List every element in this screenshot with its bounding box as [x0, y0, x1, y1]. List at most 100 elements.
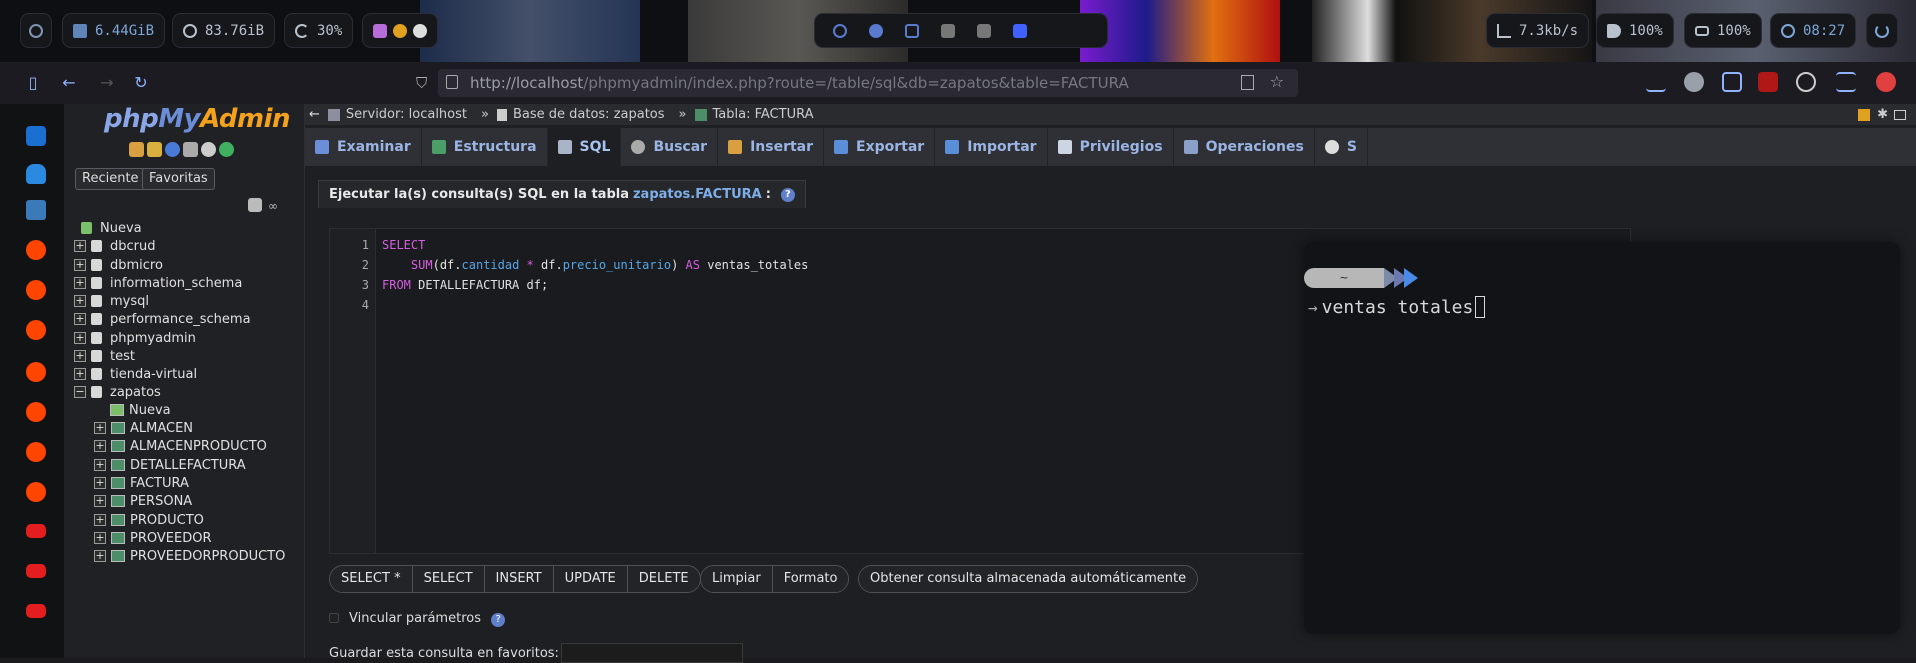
- extension-icon[interactable]: [1722, 72, 1742, 92]
- tree-item-db[interactable]: + test: [74, 346, 135, 366]
- workspace-5-icon[interactable]: [977, 23, 991, 38]
- workspace-3-icon[interactable]: [905, 23, 919, 38]
- link-icon[interactable]: ∞: [268, 199, 278, 213]
- terminal-window[interactable]: ~ → ventas totales: [1304, 242, 1900, 634]
- extension-icon[interactable]: [1876, 72, 1896, 92]
- tab-sql[interactable]: SQL: [547, 128, 622, 166]
- reddit-icon[interactable]: [26, 362, 46, 382]
- reddit-icon[interactable]: [26, 402, 46, 422]
- tree-item-table[interactable]: + PERSONA: [94, 491, 192, 511]
- tree-item-db[interactable]: + information_schema: [74, 273, 242, 293]
- tab-structure[interactable]: Estructura: [422, 128, 548, 166]
- reload-icon[interactable]: ↻: [130, 72, 152, 94]
- volume-widget[interactable]: 100%: [1596, 13, 1674, 48]
- power-button[interactable]: [1866, 13, 1898, 48]
- lock-icon[interactable]: [1858, 108, 1870, 121]
- tree-item-new-table[interactable]: Nueva: [110, 400, 171, 420]
- tab-browse[interactable]: Examinar: [305, 128, 422, 166]
- reload-icon[interactable]: [219, 142, 234, 157]
- help-icon[interactable]: ?: [780, 187, 795, 202]
- tree-item-db[interactable]: + phpmyadmin: [74, 328, 196, 348]
- onedrive-icon[interactable]: [26, 164, 46, 184]
- select-all-button[interactable]: SELECT *: [330, 566, 413, 592]
- workspace-6-icon[interactable]: [1013, 23, 1027, 38]
- expand-icon[interactable]: +: [74, 259, 86, 271]
- tree-item-table[interactable]: + PROVEEDOR: [94, 528, 211, 548]
- tree-item-db[interactable]: + performance_schema: [74, 309, 251, 329]
- expand-icon[interactable]: +: [74, 368, 86, 380]
- ublock-icon[interactable]: [1758, 72, 1778, 92]
- tree-item-table[interactable]: + ALMACENPRODUCTO: [94, 436, 267, 456]
- breadcrumb-database[interactable]: Base de datos: zapatos: [513, 107, 665, 122]
- tree-item-db[interactable]: + dbcrud: [74, 236, 156, 256]
- tree-item-table[interactable]: + DETALLEFACTURA: [94, 455, 246, 475]
- bookmark-star-icon[interactable]: ☆: [1270, 72, 1284, 91]
- tab-operations[interactable]: Operaciones: [1174, 128, 1315, 166]
- reader-icon[interactable]: [1241, 75, 1254, 90]
- expand-icon[interactable]: +: [74, 313, 86, 325]
- reddit-icon[interactable]: [26, 240, 46, 260]
- clock-widget[interactable]: 08:27: [1770, 13, 1857, 48]
- gear-icon[interactable]: ✱: [1877, 107, 1888, 122]
- reddit-icon[interactable]: [26, 280, 46, 300]
- back-icon[interactable]: ←: [58, 72, 80, 94]
- breadcrumb-server[interactable]: Servidor: localhost: [346, 107, 467, 122]
- bind-params-checkbox[interactable]: [329, 613, 339, 623]
- expand-icon[interactable]: +: [94, 550, 106, 562]
- tree-item-table[interactable]: + FACTURA: [94, 473, 189, 493]
- delete-button[interactable]: DELETE: [627, 566, 700, 592]
- app-icon[interactable]: [373, 23, 387, 38]
- collapse-all-icon[interactable]: [248, 198, 262, 212]
- expand-icon[interactable]: +: [74, 240, 86, 252]
- gear-icon[interactable]: [201, 142, 216, 157]
- workspace-4-icon[interactable]: [941, 23, 955, 38]
- workspace-2-icon[interactable]: [869, 23, 883, 38]
- collapse-nav-icon[interactable]: ←: [309, 107, 320, 122]
- steam-icon[interactable]: [413, 23, 427, 38]
- expand-icon[interactable]: +: [94, 440, 106, 452]
- expand-icon[interactable]: +: [94, 532, 106, 544]
- extension-icon[interactable]: [1684, 72, 1704, 92]
- reddit-icon[interactable]: [26, 442, 46, 462]
- clear-button[interactable]: Limpiar: [701, 566, 773, 592]
- tab-import[interactable]: Importar: [935, 128, 1048, 166]
- tree-item-table[interactable]: + ALMACEN: [94, 418, 193, 438]
- terminal-input-line[interactable]: → ventas totales: [1308, 296, 1486, 318]
- logout-icon[interactable]: [147, 142, 162, 157]
- tree-item-table[interactable]: + PRODUCTO: [94, 510, 204, 530]
- power-menu-button[interactable]: [20, 13, 52, 48]
- tab-search[interactable]: Buscar: [621, 128, 719, 166]
- reddit-icon[interactable]: [26, 482, 46, 502]
- youtube-icon[interactable]: [26, 604, 46, 618]
- expand-icon[interactable]: +: [94, 459, 106, 471]
- format-button[interactable]: Formato: [772, 566, 849, 592]
- help-icon[interactable]: [165, 142, 180, 157]
- tree-item-db[interactable]: + tienda-virtual: [74, 364, 197, 384]
- download-icon[interactable]: [1646, 72, 1666, 92]
- tab-more[interactable]: S: [1315, 128, 1368, 166]
- outlook-icon[interactable]: [26, 126, 46, 146]
- sidebar-toggle-icon[interactable]: ▯: [22, 72, 44, 94]
- address-bar[interactable]: ⛉ http://localhost/phpmyadmin/index.php?…: [416, 69, 1298, 97]
- help-icon[interactable]: ?: [491, 613, 506, 627]
- tree-item-new[interactable]: Nueva: [81, 218, 142, 238]
- app-icon[interactable]: [26, 200, 46, 220]
- expand-icon[interactable]: +: [74, 277, 86, 289]
- favorites-button[interactable]: Favoritas: [142, 168, 215, 190]
- tab-privileges[interactable]: Privilegios: [1048, 128, 1174, 166]
- home-icon[interactable]: [129, 142, 144, 157]
- forward-icon[interactable]: →: [96, 72, 118, 94]
- select-button[interactable]: SELECT: [412, 566, 485, 592]
- expand-icon[interactable]: +: [74, 350, 86, 362]
- docs-icon[interactable]: [183, 142, 198, 157]
- get-auto-saved-query-button[interactable]: Obtener consulta almacenada automáticame…: [859, 566, 1198, 592]
- expand-icon[interactable]: +: [94, 422, 106, 434]
- tree-item-table[interactable]: + PROVEEDORPRODUCTO: [94, 546, 285, 566]
- insert-button[interactable]: INSERT: [484, 566, 554, 592]
- reddit-icon[interactable]: [26, 320, 46, 340]
- expand-icon[interactable]: +: [94, 495, 106, 507]
- update-button[interactable]: UPDATE: [553, 566, 628, 592]
- phpmyadmin-logo[interactable]: phpMyAdmin: [104, 104, 291, 134]
- tree-item-db[interactable]: + mysql: [74, 291, 149, 311]
- window-icon[interactable]: [1894, 109, 1906, 120]
